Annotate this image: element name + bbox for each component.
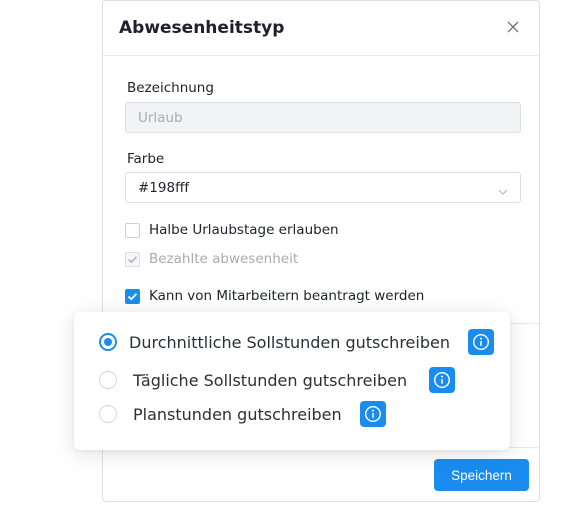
- check-icon: [127, 255, 138, 263]
- color-label: Farbe: [127, 151, 165, 167]
- checkbox-half-days[interactable]: Halbe Urlaubstage erlauben: [125, 222, 339, 238]
- checkbox-label: Bezahlte abwesenheit: [149, 251, 299, 267]
- name-label: Bezeichnung: [127, 80, 214, 96]
- color-select-value: #198fff: [138, 180, 190, 196]
- dialog-header: Abwesenheitstyp: [103, 1, 539, 56]
- radio-label: Planstunden gutschreiben: [133, 404, 342, 424]
- radio-button-selected[interactable]: [99, 333, 117, 351]
- radio-button[interactable]: [99, 405, 117, 423]
- radio-label: Tägliche Sollstunden gutschreiben: [133, 370, 408, 390]
- info-icon[interactable]: [359, 401, 386, 427]
- radio-option-average-hours[interactable]: Durchnittliche Sollstunden gutschreiben: [99, 329, 494, 355]
- close-icon[interactable]: [505, 19, 521, 35]
- radio-option-planned-hours[interactable]: Planstunden gutschreiben: [99, 401, 386, 427]
- checkbox-employee-request[interactable]: Kann von Mitarbeitern beantragt werden: [125, 288, 424, 304]
- divider: [509, 323, 541, 324]
- radio-label: Durchnittliche Sollstunden gutschreiben: [129, 332, 450, 352]
- checkbox-label: Halbe Urlaubstage erlauben: [149, 222, 339, 238]
- credit-options-popover: Durchnittliche Sollstunden gutschreiben …: [74, 312, 510, 450]
- check-icon: [127, 292, 138, 300]
- info-icon[interactable]: [467, 329, 494, 355]
- name-field: Urlaub: [125, 102, 521, 133]
- checkbox[interactable]: [125, 222, 140, 238]
- checkbox-paid-absence: Bezahlte abwesenheit: [125, 251, 298, 267]
- radio-button[interactable]: [99, 371, 117, 389]
- dialog-title: Abwesenheitstyp: [119, 18, 285, 38]
- checkbox-label: Kann von Mitarbeitern beantragt werden: [149, 288, 425, 304]
- radio-option-daily-hours[interactable]: Tägliche Sollstunden gutschreiben: [99, 367, 456, 393]
- save-button[interactable]: Speichern: [434, 459, 529, 491]
- checkbox-disabled: [125, 251, 140, 267]
- info-icon[interactable]: [429, 367, 456, 393]
- color-select[interactable]: #198fff: [125, 172, 521, 203]
- checkbox-checked[interactable]: [125, 288, 140, 304]
- chevron-down-icon: [498, 184, 508, 195]
